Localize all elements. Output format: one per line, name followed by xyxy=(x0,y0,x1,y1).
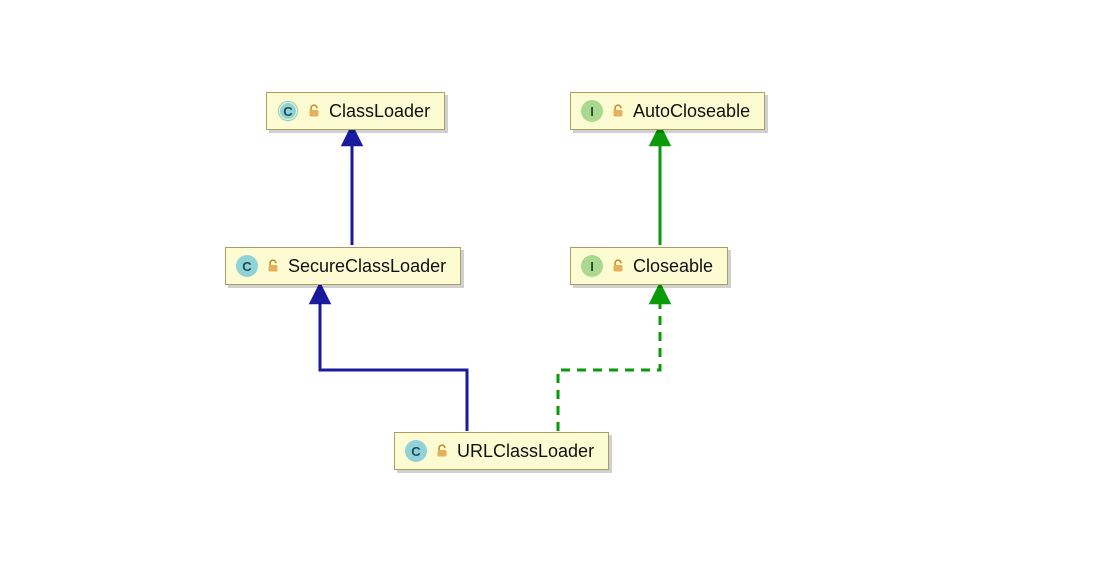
node-closeable[interactable]: I Closeable xyxy=(570,247,728,285)
edge-extends-url-to-secure xyxy=(320,293,467,431)
interface-icon: I xyxy=(581,255,603,277)
lock-open-icon xyxy=(266,259,280,273)
lock-open-icon xyxy=(611,104,625,118)
lock-open-icon xyxy=(435,444,449,458)
node-secureclassloader[interactable]: C SecureClassLoader xyxy=(225,247,461,285)
node-label: AutoCloseable xyxy=(633,101,750,122)
node-classloader[interactable]: C ClassLoader xyxy=(266,92,445,130)
node-label: URLClassLoader xyxy=(457,441,594,462)
lock-open-icon xyxy=(307,104,321,118)
node-label: SecureClassLoader xyxy=(288,256,446,277)
node-urlclassloader[interactable]: C URLClassLoader xyxy=(394,432,609,470)
node-label: ClassLoader xyxy=(329,101,430,122)
class-icon: C xyxy=(236,255,258,277)
lock-open-icon xyxy=(611,259,625,273)
relation-edges xyxy=(0,0,1112,572)
node-autocloseable[interactable]: I AutoCloseable xyxy=(570,92,765,130)
edge-implements-url-to-closeable xyxy=(558,293,660,431)
interface-icon: I xyxy=(581,100,603,122)
class-icon: C xyxy=(277,100,299,122)
node-label: Closeable xyxy=(633,256,713,277)
class-icon: C xyxy=(405,440,427,462)
